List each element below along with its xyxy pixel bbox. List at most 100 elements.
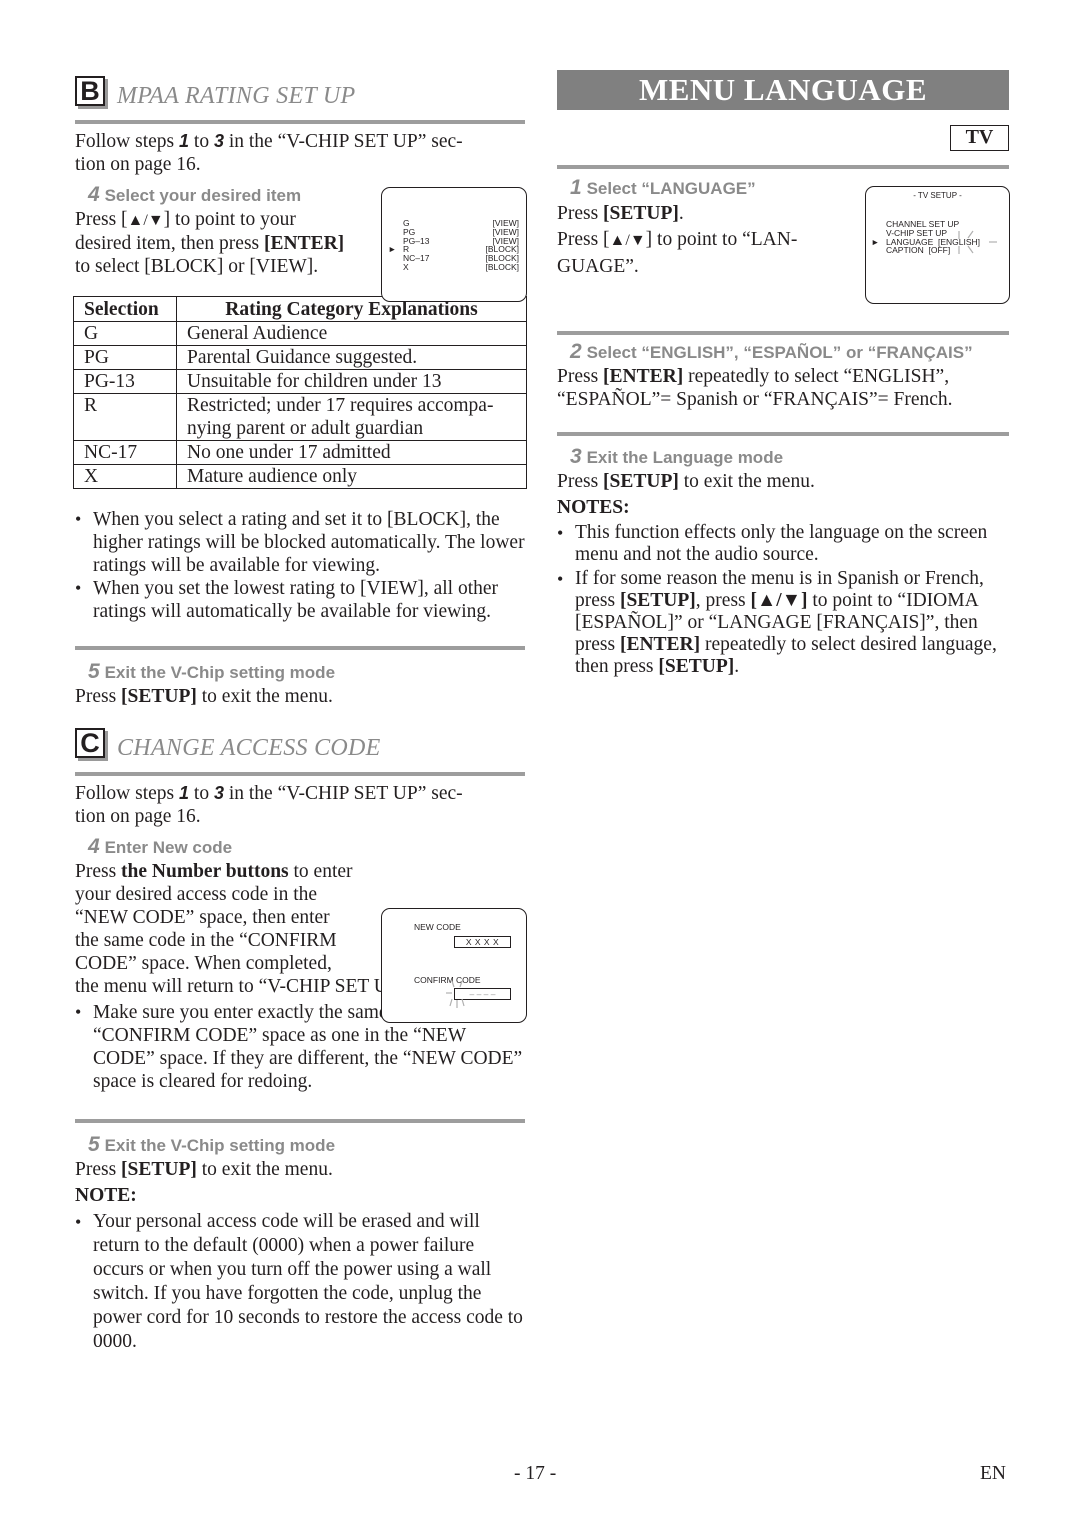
section-c-intro: Follow steps 1 to 3 in the “V-CHIP SET U… <box>75 782 525 828</box>
bullet-item: When you set the lowest rating to [VIEW]… <box>75 577 525 623</box>
text: , press <box>695 590 751 611</box>
setup-key-label: [SETUP] <box>121 686 197 707</box>
column-header: Selection <box>73 296 177 322</box>
text: GUAGE”. <box>557 256 639 277</box>
step-body: Press [SETUP] to exit the menu. <box>557 470 1009 493</box>
section-divider <box>75 772 525 776</box>
new-code-label: NEW CODE <box>414 922 461 932</box>
text: to exit the menu. <box>678 471 815 492</box>
step-title: Select your desired item <box>104 186 302 205</box>
note-bullets: Your personal access code will be erased… <box>75 1210 525 1354</box>
rating-code-cell: NC-17 <box>73 440 177 465</box>
text: “NEW CODE” space, then enter <box>75 907 330 928</box>
text: Press <box>557 471 604 492</box>
step-title: Exit the V-Chip setting mode <box>104 663 336 682</box>
section-divider <box>557 432 1009 436</box>
bullet-item: When you select a rating and set it to [… <box>75 508 525 577</box>
table-row: NC-17 No one under 17 admitted <box>73 440 527 465</box>
notes-bullets: This function effects only the language … <box>557 522 1009 678</box>
osd-rating-screen: G [VIEW] PG [VIEW] PG–13 [VIEW] ► R [BLOCK] NC–17… <box>381 187 527 302</box>
enter-key-label: [ENTER] <box>264 233 345 254</box>
text: Press <box>557 366 604 387</box>
step-number: 4 <box>88 183 100 206</box>
notes-heading: NOTES: <box>557 497 630 518</box>
section-b-header: B MPAA RATING SET UP <box>75 70 525 112</box>
text: Press <box>75 686 122 707</box>
step-heading: 4 Enter New code <box>88 835 525 860</box>
right-column: MENU LANGUAGE TV 1 Select “LANGUAGE” Pre… <box>557 70 1009 678</box>
rating-code-cell: PG-13 <box>73 369 177 394</box>
intro-text: in the “V-CHIP SET UP” sec- <box>223 131 463 152</box>
step-body: Press [SETUP] to exit the menu. <box>75 1158 525 1181</box>
intro-text: tion on page 16. <box>75 154 201 175</box>
bullet-item: This function effects only the language … <box>557 522 1009 566</box>
step-body: Press [ENTER] repeatedly to select “ENGL… <box>557 365 1009 411</box>
step-title: Select “ENGLISH”, “ESPAÑOL” or “FRANÇAIS… <box>586 343 973 362</box>
text: the menu will return to “V-CHIP SET UP”. <box>75 976 413 997</box>
step-number: 5 <box>88 660 100 683</box>
text: . <box>734 656 740 677</box>
section-b-intro: Follow steps 1 to 3 in the “V-CHIP SET U… <box>75 130 525 176</box>
pointer-arrow-icon: ► <box>871 236 880 247</box>
intro-text: Follow steps <box>75 131 180 152</box>
step-title: Exit the V-Chip setting mode <box>104 1136 336 1155</box>
step-number: 3 <box>570 445 582 468</box>
rating-code-cell: G <box>73 321 177 346</box>
section-c-header: C CHANGE ACCESS CODE <box>75 722 525 764</box>
blinking-cursor-icon <box>958 230 997 254</box>
number-buttons-label: the Number buttons <box>121 861 289 882</box>
up-down-arrow-icon: [▲/▼] <box>750 590 808 611</box>
section-divider <box>75 120 525 124</box>
enter-key-label: [ENTER] <box>603 366 684 387</box>
intro-text: to <box>189 131 214 152</box>
text: desired item, then press <box>75 233 264 254</box>
step-title: Exit the Language mode <box>586 448 784 467</box>
section-c-step5: 5 Exit the V-Chip setting mode Press [SE… <box>75 1133 525 1354</box>
rating-code-cell: R <box>73 393 177 441</box>
rating-explanation-cell: General Audience <box>176 321 527 346</box>
rating-explanation-cell: Unsuitable for children under 13 <box>176 369 527 394</box>
text: to select [BLOCK] or [VIEW]. <box>75 256 319 277</box>
step-heading: 5 Exit the V-Chip setting mode <box>88 660 525 685</box>
rating-explanation-cell: Restricted; under 17 requires accompa- n… <box>176 393 527 441</box>
osd-title: - TV SETUP - <box>913 191 962 200</box>
section-divider <box>557 331 1009 335</box>
menu-step2: 2 Select “ENGLISH”, “ESPAÑOL” or “FRANÇA… <box>557 340 1009 411</box>
step-number: 2 <box>570 340 582 363</box>
text: Press <box>557 203 604 224</box>
section-divider <box>557 165 1009 169</box>
step-number: 4 <box>88 835 100 858</box>
text: ] to point to your <box>163 209 296 230</box>
text: to exit the menu. <box>196 1159 333 1180</box>
section-b-bullets: When you select a rating and set it to [… <box>75 508 525 623</box>
language-code: EN <box>980 1463 1006 1484</box>
step-ref: 3 <box>213 783 224 803</box>
note-heading: NOTE: <box>75 1185 137 1206</box>
bullet-item: If for some reason the menu is in Spanis… <box>557 568 1009 678</box>
text: Press [ <box>75 209 128 230</box>
intro-text: to <box>189 783 214 804</box>
rating-explanation-cell: Parental Guidance suggested. <box>176 345 527 370</box>
step-heading: 3 Exit the Language mode <box>570 445 1009 470</box>
pointer-arrow-icon: ► <box>388 244 397 255</box>
intro-text: Follow steps <box>75 783 180 804</box>
text: ] to point to “LAN- <box>645 229 798 250</box>
text: Press <box>75 861 122 882</box>
text: Press <box>75 1159 122 1180</box>
section-c-letter: C <box>75 728 105 758</box>
osd-rating-status: [BLOCK] <box>485 261 519 272</box>
osd-menu-item-label: CAPTION [OFF] <box>886 245 951 256</box>
table-row: X Mature audience only <box>73 464 527 489</box>
bullet-item: Your personal access code will be erased… <box>75 1210 525 1354</box>
text: CODE” space. When completed, <box>75 953 332 974</box>
osd-rating-row: X [BLOCK] <box>403 263 519 272</box>
step-ref: 3 <box>213 131 224 151</box>
rating-explanation-cell: No one under 17 admitted <box>176 440 527 465</box>
new-code-field: X X X X <box>454 936 511 948</box>
step-title: Select “LANGUAGE” <box>586 179 756 198</box>
rating-code-cell: PG <box>73 345 177 370</box>
rating-explanation-cell: Mature audience only <box>176 464 527 489</box>
text: your desired access code in the <box>75 884 318 905</box>
text: Press [ <box>557 229 610 250</box>
table-row: G General Audience <box>73 321 527 346</box>
